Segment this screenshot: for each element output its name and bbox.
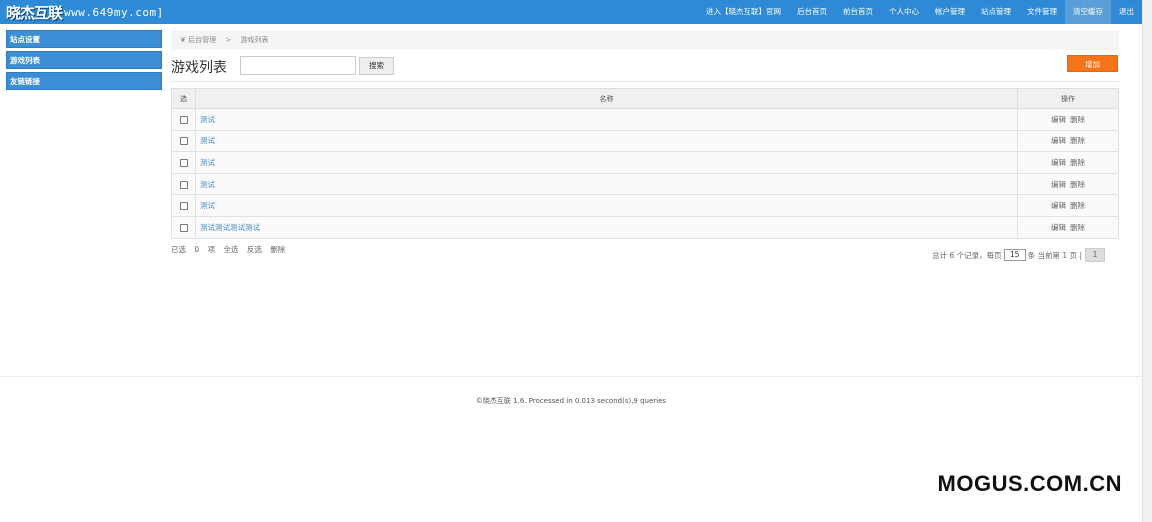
nav-files[interactable]: 文件管理 (1019, 0, 1065, 24)
table-row: 测试 编辑 删除 (171, 172, 1119, 196)
search-input[interactable] (240, 56, 356, 75)
delete-link[interactable]: 删除 (1070, 115, 1085, 124)
invert-selection-link[interactable]: 反选 (247, 245, 262, 254)
row-name-link[interactable]: 测试 (200, 158, 215, 167)
table-header-row: 选 名称 操作 (171, 88, 1119, 109)
logo-url: www.649my.com] (64, 5, 164, 19)
breadcrumb-home[interactable]: 后台管理 (188, 36, 216, 44)
sidebar: 站点设置 游戏列表 友链链接 (6, 30, 162, 93)
title-bar: 游戏列表 搜索 增加 (171, 50, 1119, 82)
nav-profile[interactable]: 个人中心 (881, 0, 927, 24)
row-name-link[interactable]: 测试 (200, 115, 215, 124)
edit-link[interactable]: 编辑 (1051, 201, 1066, 210)
header-name: 名称 (195, 88, 1018, 109)
delete-link[interactable]: 删除 (1070, 223, 1085, 232)
nav-official-site[interactable]: 进入【晓杰互联】官网 (698, 0, 789, 24)
footer: ©晓杰互联 1.6. Processed in 0.013 second(s),… (0, 376, 1142, 424)
scrollbar[interactable] (1142, 0, 1152, 522)
add-button[interactable]: 增加 (1067, 55, 1118, 72)
selected-count: 0 (194, 245, 200, 254)
delete-link[interactable]: 删除 (1070, 136, 1085, 145)
table-row: 测试 编辑 删除 (171, 194, 1119, 217)
nav-front-home[interactable]: 前台首页 (835, 0, 881, 24)
pagination: 总计 6 个记录，每页 15 条 当前第 1 页 | 1 (932, 248, 1105, 262)
row-name-link[interactable]: 测试 (200, 180, 215, 189)
nav-logout[interactable]: 退出 (1111, 0, 1142, 24)
bulk-delete-link[interactable]: 删除 (270, 245, 285, 254)
edit-link[interactable]: 编辑 (1051, 115, 1066, 124)
select-all-link[interactable]: 全选 (223, 245, 238, 254)
bulk-actions: 已选 0 项 全选 反选 删除 (171, 244, 291, 255)
page-button[interactable]: 1 (1085, 248, 1105, 262)
edit-link[interactable]: 编辑 (1051, 180, 1066, 189)
watermark: MOGUS.COM.CN (937, 471, 1122, 496)
row-checkbox[interactable] (179, 180, 188, 189)
header-select: 选 (171, 88, 196, 109)
top-bar: 晓杰互联 www.649my.com] 进入【晓杰互联】官网 后台首页 前台首页… (0, 0, 1142, 24)
sidebar-item-site-settings[interactable]: 站点设置 (6, 30, 162, 48)
game-table: 选 名称 操作 测试 编辑 删除 测试 编辑 删除 测试 编辑 删除 测试 编辑… (171, 88, 1119, 239)
row-checkbox[interactable] (179, 115, 188, 124)
breadcrumb-current: 游戏列表 (240, 36, 269, 44)
row-checkbox[interactable] (179, 158, 188, 167)
breadcrumb-separator: > (225, 36, 232, 44)
table-row: 测试 编辑 删除 (171, 108, 1119, 131)
home-icon: ❦ (180, 36, 186, 44)
search-button[interactable]: 搜索 (359, 57, 394, 75)
row-name-link[interactable]: 测试 (200, 201, 215, 210)
sidebar-item-game-list[interactable]: 游戏列表 (6, 51, 162, 69)
edit-link[interactable]: 编辑 (1051, 136, 1066, 145)
delete-link[interactable]: 删除 (1070, 158, 1085, 167)
sidebar-item-friend-links[interactable]: 友链链接 (6, 72, 162, 90)
table-row: 测试测试测试测试 编辑 删除 (171, 215, 1119, 239)
logo-text: 晓杰互联 (6, 3, 63, 22)
nav-account[interactable]: 帐户管理 (927, 0, 973, 24)
row-checkbox[interactable] (179, 202, 188, 211)
per-page-input[interactable]: 15 (1003, 249, 1026, 261)
row-checkbox[interactable] (179, 223, 188, 232)
selected-label: 已选 (171, 245, 186, 254)
top-nav: 进入【晓杰互联】官网 后台首页 前台首页 个人中心 帐户管理 站点管理 文件管理… (698, 0, 1142, 24)
delete-link[interactable]: 删除 (1070, 180, 1085, 189)
footer-text: ©晓杰互联 1.6. Processed in 0.013 second(s),… (475, 397, 667, 405)
edit-link[interactable]: 编辑 (1051, 158, 1066, 167)
page-title: 游戏列表 (171, 60, 227, 76)
nav-site[interactable]: 站点管理 (973, 0, 1019, 24)
main-content: ❦ 后台管理 > 游戏列表 游戏列表 搜索 增加 选 名称 操作 测试 编辑 删除 (171, 30, 1119, 262)
header-ops: 操作 (1017, 88, 1119, 109)
pager-total: 总计 6 个记录，每页 (932, 250, 1002, 260)
row-checkbox[interactable] (179, 137, 188, 146)
edit-link[interactable]: 编辑 (1051, 223, 1066, 232)
row-name-link[interactable]: 测试 (200, 136, 215, 145)
nav-admin-home[interactable]: 后台首页 (789, 0, 835, 24)
breadcrumb: ❦ 后台管理 > 游戏列表 (171, 30, 1119, 50)
table-row: 测试 编辑 删除 (171, 129, 1119, 153)
logo[interactable]: 晓杰互联 www.649my.com] (6, 2, 164, 22)
selected-unit: 项 (207, 245, 216, 254)
pager-current: 条 当前第 1 页 | (1027, 250, 1082, 260)
nav-clear-cache[interactable]: 清空缓存 (1065, 0, 1111, 24)
table-row: 测试 编辑 删除 (171, 151, 1119, 174)
delete-link[interactable]: 删除 (1070, 201, 1085, 210)
row-name-link[interactable]: 测试测试测试测试 (200, 223, 260, 232)
